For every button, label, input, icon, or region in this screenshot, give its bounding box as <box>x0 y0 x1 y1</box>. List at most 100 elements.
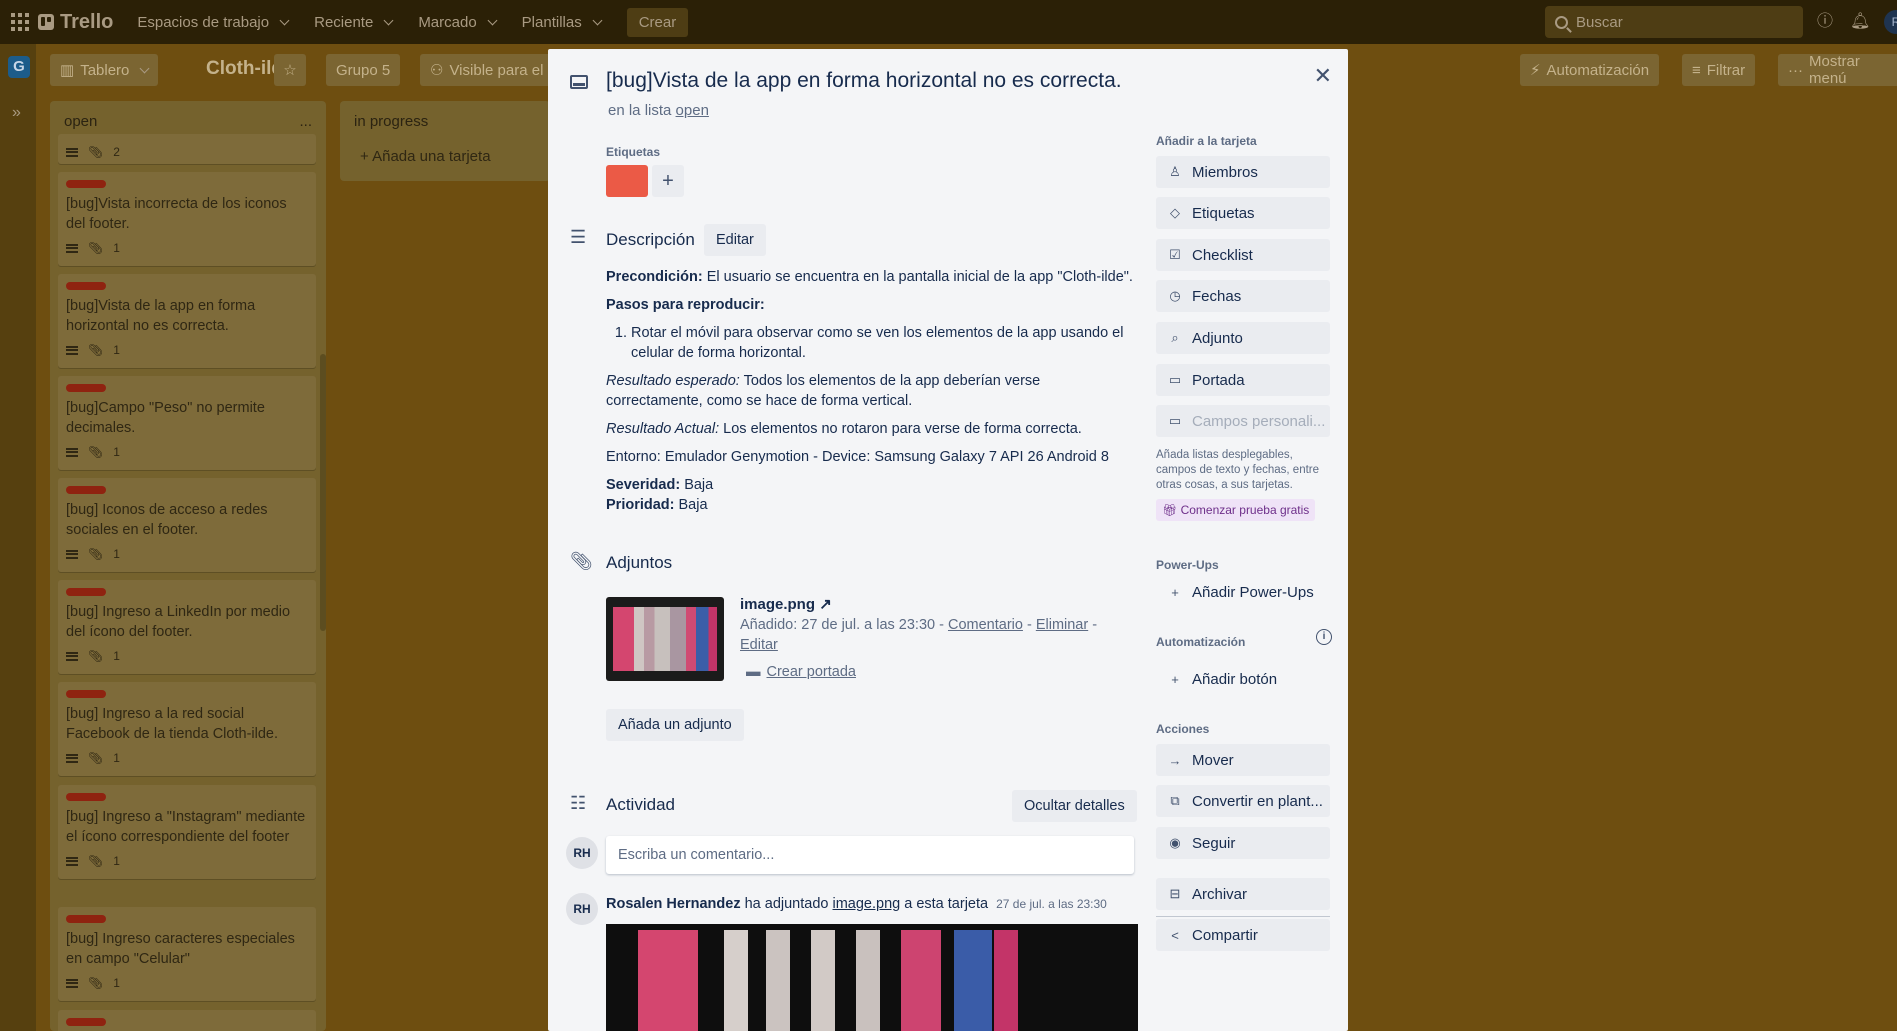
bell-icon[interactable]: 🔔︎ <box>1850 12 1870 32</box>
avatar[interactable]: RH <box>566 893 598 925</box>
create-button[interactable]: Crear <box>626 7 689 37</box>
paperclip-icon: 📎︎ <box>88 145 104 159</box>
list-card[interactable]: [bug] Ingreso caracteres especiales en c… <box>58 907 316 1001</box>
custom-fields-hint: Añada listas desplegables, campos de tex… <box>1156 449 1320 491</box>
checklist-button[interactable]: ☑ Checklist <box>1156 239 1330 271</box>
list-link[interactable]: open <box>676 102 709 119</box>
chevron-down-icon <box>487 15 498 25</box>
paperclip-icon: 📎︎ <box>88 854 104 868</box>
card-title: [bug] Ingreso a la red social Facebook d… <box>66 706 278 742</box>
add-label-button[interactable]: + <box>652 165 684 197</box>
card-label <box>66 1018 106 1026</box>
workspace-sidebar <box>0 44 36 1031</box>
paperclip-icon: ⌕ <box>1171 330 1179 345</box>
board-view-button[interactable]: ▥ Tablero <box>50 54 159 86</box>
list-card[interactable]: [bug] Ingreso a la red social Facebook d… <box>58 682 316 776</box>
automation-button[interactable]: ⚡︎ Automatización <box>1520 54 1660 86</box>
card-detail-modal: ✕ [bug]Vista de la app en forma horizont… <box>548 49 1348 1031</box>
avatar[interactable]: RH <box>566 837 598 869</box>
search-input[interactable]: Buscar <box>1545 6 1803 38</box>
dates-button[interactable]: ◷ Fechas <box>1156 280 1330 312</box>
follow-button[interactable]: ◉ Seguir <box>1156 827 1330 859</box>
filter-button[interactable]: ≡ Filtrar <box>1682 54 1756 86</box>
lightning-icon: ⚡︎ <box>1530 62 1541 79</box>
visibility-button[interactable]: ⚇ Visible para el <box>420 54 554 86</box>
workspace-icon[interactable]: G <box>8 56 30 78</box>
description-icon <box>66 147 78 157</box>
card-label <box>66 282 106 290</box>
card-label-chip[interactable] <box>606 165 648 197</box>
make-template-button[interactable]: ⧉ Convertir en plant... <box>1156 785 1330 817</box>
star-icon: ☆ <box>283 62 297 79</box>
close-icon[interactable]: ✕ <box>1314 63 1332 89</box>
list-card[interactable]: [bug] Iconos de acceso a redes sociales … <box>58 478 316 572</box>
list-card[interactable]: 📎︎ 2 <box>58 134 316 164</box>
description-body: Precondición: El usuario se encuentra en… <box>606 267 1134 515</box>
archive-button[interactable]: ⊟ Archivar <box>1156 878 1330 910</box>
list-card[interactable] <box>58 1010 316 1031</box>
make-cover-link[interactable]: ▬ Crear portada <box>746 664 856 680</box>
activity-attachment-preview[interactable] <box>606 924 1138 1031</box>
attachment-comment-link[interactable]: Comentario <box>948 617 1023 633</box>
list-card[interactable]: [bug]Vista de la app en forma horizontal… <box>58 274 316 368</box>
description-icon <box>66 243 78 253</box>
apps-grid-icon[interactable] <box>10 12 30 32</box>
nav-starred[interactable]: Marcado <box>418 14 498 31</box>
attachment-thumbnail[interactable] <box>606 597 724 681</box>
card-title: [bug] Iconos de acceso a redes sociales … <box>66 502 268 538</box>
nav-templates[interactable]: Plantillas <box>522 14 603 31</box>
custom-fields-button[interactable]: ▭ Campos personali... <box>1156 405 1330 437</box>
list-menu-icon[interactable]: ... <box>299 113 312 130</box>
card-label <box>66 486 106 494</box>
paperclip-icon: 📎︎ <box>570 551 593 571</box>
plus-icon: + <box>1171 584 1179 600</box>
paperclip-icon: 📎︎ <box>88 343 104 357</box>
attachment-edit-link[interactable]: Editar <box>740 637 778 653</box>
labels-button[interactable]: ◇ Etiquetas <box>1156 197 1330 229</box>
members-button[interactable]: ♙ Miembros <box>1156 156 1330 188</box>
card-title[interactable]: [bug]Vista de la app en forma horizontal… <box>606 69 1122 93</box>
list-title[interactable]: in progress <box>354 113 428 130</box>
paperclip-icon: 📎︎ <box>88 241 104 255</box>
workspace-group-button[interactable]: Grupo 5 <box>326 54 401 86</box>
list-card[interactable]: [bug] Ingreso a "Instagram" mediante el … <box>58 785 316 879</box>
card-title: [bug] Ingreso a LinkedIn por medio del í… <box>66 604 291 640</box>
add-button-button[interactable]: + Añadir botón <box>1156 663 1330 695</box>
show-menu-button[interactable]: ··· Mostrar menú <box>1778 53 1897 87</box>
labels-heading: Etiquetas <box>606 145 661 159</box>
actions-heading: Acciones <box>1156 722 1210 736</box>
add-card-button[interactable]: + Añada una tarjeta <box>340 142 550 171</box>
start-trial-button[interactable]: 🎁︎ Comenzar prueba gratis <box>1156 499 1316 521</box>
nav-workspaces[interactable]: Espacios de trabajo <box>137 14 290 31</box>
list-scrollbar[interactable] <box>320 354 326 631</box>
share-button[interactable]: < Compartir <box>1156 919 1330 951</box>
arrow-right-icon: → <box>1168 752 1182 768</box>
move-button[interactable]: → Mover <box>1156 744 1330 776</box>
attachment-delete-link[interactable]: Eliminar <box>1036 617 1088 633</box>
attachment-name[interactable]: image.png ↗ <box>740 595 832 613</box>
comment-input[interactable]: Escriba un comentario... <box>606 836 1134 874</box>
trello-logo-icon <box>38 14 54 30</box>
star-button[interactable]: ☆ <box>274 54 306 86</box>
info-icon[interactable]: ⓘ <box>1815 12 1835 32</box>
nav-recent[interactable]: Reciente <box>314 14 394 31</box>
paperclip-icon: 📎︎ <box>88 976 104 990</box>
activity-file-link[interactable]: image.png <box>833 896 901 912</box>
list-card[interactable]: [bug]Campo "Peso" no permite decimales. … <box>58 376 316 470</box>
attachment-button[interactable]: ⌕ Adjunto <box>1156 322 1330 354</box>
add-attachment-button[interactable]: Añada un adjunto <box>606 709 744 741</box>
card-title: [bug] Ingreso caracteres especiales en c… <box>66 931 295 967</box>
cover-button[interactable]: ▭ Portada <box>1156 364 1330 396</box>
info-icon[interactable]: i <box>1316 629 1332 645</box>
cover-icon: ▭ <box>1168 372 1182 387</box>
search-icon <box>1555 15 1568 29</box>
hide-details-button[interactable]: Ocultar detalles <box>1012 790 1137 822</box>
list-card[interactable]: [bug]Vista incorrecta de los iconos del … <box>58 172 316 266</box>
add-powerups-button[interactable]: + Añadir Power-Ups <box>1156 576 1330 608</box>
list-title[interactable]: open <box>64 113 97 130</box>
expand-sidebar-icon[interactable]: » <box>12 104 21 122</box>
list-card[interactable]: [bug] Ingreso a LinkedIn por medio del í… <box>58 580 316 674</box>
trello-logo[interactable]: Trello <box>38 11 113 34</box>
edit-description-button[interactable]: Editar <box>704 224 766 256</box>
card-list-location: en la lista open <box>608 102 709 119</box>
